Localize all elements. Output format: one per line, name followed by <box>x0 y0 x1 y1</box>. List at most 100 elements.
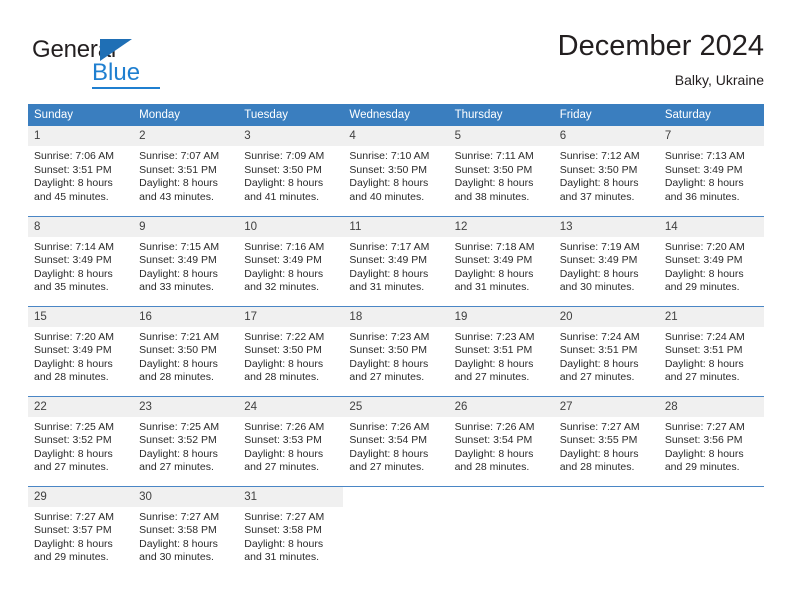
daylight-duration-line1: Daylight: 8 hours <box>244 177 324 190</box>
daylight-duration-line2: and 28 minutes. <box>34 371 109 384</box>
day-number: 12 <box>448 216 554 237</box>
daylight-duration-line1: Daylight: 8 hours <box>454 357 534 370</box>
sunrise-time: Sunrise: 7:23 AM <box>349 330 430 343</box>
sunset-time: Sunset: 3:58 PM <box>244 524 322 537</box>
day-sun-info: Sunrise: 7:27 AM Sunset: 3:58 PM Daylight:… <box>238 507 343 565</box>
daylight-duration-line2: and 31 minutes. <box>349 281 425 294</box>
sunset-time: Sunset: 3:55 PM <box>559 434 638 447</box>
calendar-day-cell[interactable]: 28 Sunrise: 7:27 AM Sunset: 3:56 PM Dayligh… <box>658 395 764 486</box>
day-sun-info: Sunrise: 7:09 AM Sunset: 3:50 PM Daylight:… <box>238 146 343 204</box>
weekday-header-saturday: Saturday <box>658 104 764 126</box>
sunrise-time: Sunrise: 7:11 AM <box>454 150 534 162</box>
sunrise-time: Sunrise: 7:14 AM <box>34 240 114 253</box>
calendar-day-cell[interactable]: 26 Sunrise: 7:26 AM Sunset: 3:54 PM Dayligh… <box>448 395 554 486</box>
calendar-day-cell[interactable]: 2 Sunrise: 7:07 AM Sunset: 3:51 PM Daylight… <box>133 126 239 216</box>
sunrise-time: Sunrise: 7:27 AM <box>34 510 114 523</box>
sunrise-time: Sunrise: 7:18 AM <box>454 240 535 253</box>
calendar-day-cell[interactable]: 31 Sunrise: 7:27 AM Sunset: 3:58 PM Dayligh… <box>238 485 344 576</box>
daylight-duration-line2: and 43 minutes. <box>139 190 214 203</box>
calendar-day-cell[interactable]: 13 Sunrise: 7:19 AM Sunset: 3:49 PM Dayligh… <box>553 215 659 306</box>
sunset-time: Sunset: 3:50 PM <box>454 163 533 176</box>
calendar-day-cell[interactable]: 3 Sunrise: 7:09 AM Sunset: 3:50 PM Daylight… <box>238 126 344 216</box>
calendar-day-cell[interactable]: 4 Sunrise: 7:10 AM Sunset: 3:50 PM Daylight… <box>343 126 449 216</box>
calendar-day-cell[interactable]: 10 Sunrise: 7:16 AM Sunset: 3:49 PM Dayligh… <box>238 215 344 306</box>
calendar-day-cell[interactable]: 27 Sunrise: 7:27 AM Sunset: 3:55 PM Dayligh… <box>553 395 659 486</box>
day-number: 8 <box>28 216 134 237</box>
sunset-time: Sunset: 3:49 PM <box>244 254 322 267</box>
daylight-duration-line2: and 29 minutes. <box>664 461 740 474</box>
logo-text-blue: Blue <box>92 59 141 86</box>
day-number: 9 <box>133 216 239 237</box>
day-number: 3 <box>238 126 344 146</box>
daylight-duration-line2: and 31 minutes. <box>454 281 530 294</box>
weekday-header-sunday: Sunday <box>28 104 134 126</box>
calendar-day-cell[interactable]: 9 Sunrise: 7:15 AM Sunset: 3:49 PM Daylight… <box>133 215 239 306</box>
sunrise-time: Sunrise: 7:27 AM <box>139 510 220 523</box>
calendar-day-cell[interactable]: 14 Sunrise: 7:20 AM Sunset: 3:49 PM Dayligh… <box>658 215 764 306</box>
calendar-day-cell[interactable]: 8 Sunrise: 7:14 AM Sunset: 3:49 PM Daylight… <box>28 215 134 306</box>
day-sun-info: Sunrise: 7:15 AM Sunset: 3:49 PM Daylight:… <box>133 237 238 295</box>
calendar-day-cell[interactable]: 15 Sunrise: 7:20 AM Sunset: 3:49 PM Dayligh… <box>28 305 134 396</box>
daylight-duration-line1: Daylight: 8 hours <box>349 447 429 460</box>
sunset-time: Sunset: 3:51 PM <box>139 163 217 176</box>
daylight-duration-line1: Daylight: 8 hours <box>559 447 639 460</box>
calendar-day-cell[interactable]: 22 Sunrise: 7:25 AM Sunset: 3:52 PM Dayligh… <box>28 395 134 486</box>
logo-triangle-icon <box>100 39 132 61</box>
page-title: December 2024 <box>557 30 764 62</box>
calendar-week-row: 15 Sunrise: 7:20 AM Sunset: 3:49 PM Dayligh… <box>28 305 764 396</box>
day-sun-info: Sunrise: 7:07 AM Sunset: 3:51 PM Daylight:… <box>133 146 238 204</box>
daylight-duration-line2: and 37 minutes. <box>559 190 635 203</box>
sunrise-time: Sunrise: 7:12 AM <box>559 150 640 162</box>
daylight-duration-line2: and 38 minutes. <box>454 190 530 203</box>
sunrise-time: Sunrise: 7:25 AM <box>139 420 220 433</box>
sunset-time: Sunset: 3:51 PM <box>34 163 112 176</box>
sunset-time: Sunset: 3:50 PM <box>349 163 428 176</box>
day-number: 29 <box>28 486 134 507</box>
daylight-duration-line1: Daylight: 8 hours <box>244 447 324 460</box>
sunrise-time: Sunrise: 7:26 AM <box>454 420 535 433</box>
day-number: 15 <box>28 306 134 327</box>
daylight-duration-line2: and 30 minutes. <box>139 551 214 564</box>
calendar-day-cell[interactable]: 24 Sunrise: 7:26 AM Sunset: 3:53 PM Dayligh… <box>238 395 344 486</box>
calendar-day-cell[interactable]: 1 Sunrise: 7:06 AM Sunset: 3:51 PM Daylight… <box>28 126 134 216</box>
daylight-duration-line1: Daylight: 8 hours <box>349 267 429 280</box>
daylight-duration-line2: and 30 minutes. <box>559 281 635 294</box>
day-sun-info: Sunrise: 7:25 AM Sunset: 3:52 PM Daylight:… <box>28 417 133 475</box>
daylight-duration-line1: Daylight: 8 hours <box>34 537 113 550</box>
day-sun-info: Sunrise: 7:27 AM Sunset: 3:56 PM Daylight:… <box>659 417 764 475</box>
calendar-day-cell[interactable]: 21 Sunrise: 7:24 AM Sunset: 3:51 PM Dayligh… <box>658 305 764 396</box>
calendar-day-cell[interactable]: 25 Sunrise: 7:26 AM Sunset: 3:54 PM Dayligh… <box>343 395 449 486</box>
day-number: 26 <box>448 396 554 417</box>
logo-underline <box>92 87 160 89</box>
calendar-day-cell[interactable]: 20 Sunrise: 7:24 AM Sunset: 3:51 PM Dayligh… <box>553 305 659 396</box>
calendar-day-cell[interactable]: 19 Sunrise: 7:23 AM Sunset: 3:51 PM Dayligh… <box>448 305 554 396</box>
day-sun-info: Sunrise: 7:23 AM Sunset: 3:51 PM Daylight:… <box>449 327 554 385</box>
day-sun-info: Sunrise: 7:19 AM Sunset: 3:49 PM Daylight:… <box>554 237 659 295</box>
daylight-duration-line1: Daylight: 8 hours <box>244 537 324 550</box>
day-sun-info: Sunrise: 7:18 AM Sunset: 3:49 PM Daylight:… <box>449 237 554 295</box>
calendar-day-cell[interactable]: 18 Sunrise: 7:23 AM Sunset: 3:50 PM Dayligh… <box>343 305 449 396</box>
calendar-day-cell[interactable]: 7 Sunrise: 7:13 AM Sunset: 3:49 PM Daylight… <box>658 126 764 216</box>
day-number: 24 <box>238 396 344 417</box>
daylight-duration-line2: and 41 minutes. <box>244 190 319 203</box>
calendar-day-cell[interactable]: 17 Sunrise: 7:22 AM Sunset: 3:50 PM Dayligh… <box>238 305 344 396</box>
calendar-day-cell[interactable]: 11 Sunrise: 7:17 AM Sunset: 3:49 PM Dayligh… <box>343 215 449 306</box>
general-blue-logo[interactable]: General Blue <box>32 36 232 92</box>
sunrise-time: Sunrise: 7:19 AM <box>559 240 640 253</box>
daylight-duration-line1: Daylight: 8 hours <box>139 447 218 460</box>
calendar-day-cell[interactable]: 6 Sunrise: 7:12 AM Sunset: 3:50 PM Daylight… <box>553 126 659 216</box>
day-sun-info: Sunrise: 7:14 AM Sunset: 3:49 PM Daylight:… <box>28 237 133 295</box>
calendar-day-cell[interactable]: 12 Sunrise: 7:18 AM Sunset: 3:49 PM Dayligh… <box>448 215 554 306</box>
calendar-day-cell[interactable]: 16 Sunrise: 7:21 AM Sunset: 3:50 PM Dayligh… <box>133 305 239 396</box>
day-sun-info: Sunrise: 7:16 AM Sunset: 3:49 PM Daylight:… <box>238 237 343 295</box>
calendar-cell-empty <box>658 485 764 576</box>
calendar-day-cell[interactable]: 23 Sunrise: 7:25 AM Sunset: 3:52 PM Dayligh… <box>133 395 239 486</box>
sunset-time: Sunset: 3:54 PM <box>454 434 533 447</box>
sunset-time: Sunset: 3:56 PM <box>664 434 743 447</box>
weekday-header-wednesday: Wednesday <box>343 104 449 126</box>
calendar-day-cell[interactable]: 30 Sunrise: 7:27 AM Sunset: 3:58 PM Dayligh… <box>133 485 239 576</box>
daylight-duration-line2: and 35 minutes. <box>34 281 109 294</box>
calendar-week-row: 1 Sunrise: 7:06 AM Sunset: 3:51 PM Daylight… <box>28 126 764 216</box>
calendar-day-cell[interactable]: 29 Sunrise: 7:27 AM Sunset: 3:57 PM Dayligh… <box>28 485 134 576</box>
calendar-day-cell[interactable]: 5 Sunrise: 7:11 AM Sunset: 3:50 PM Daylight… <box>448 126 554 216</box>
